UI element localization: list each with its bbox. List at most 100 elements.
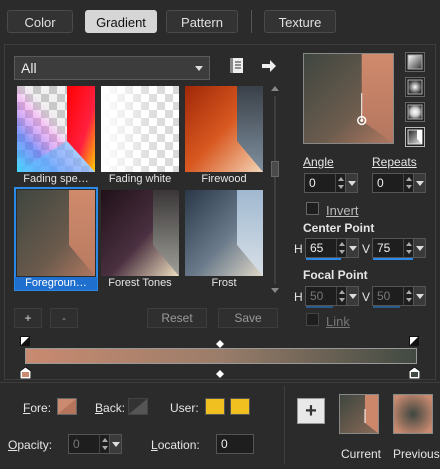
- chevron-down-icon: [195, 66, 203, 71]
- tab-separator: [251, 10, 252, 33]
- angle-spinner[interactable]: 0: [304, 173, 358, 193]
- preset-label: Foregroun…: [15, 277, 97, 290]
- tab-color[interactable]: Color: [7, 10, 73, 33]
- scroll-thumb[interactable]: [271, 161, 279, 177]
- preset-item-foreground-background[interactable]: Foregroun…: [14, 187, 98, 291]
- remove-preset-button[interactable]: -: [50, 308, 78, 328]
- opacity-midpoint[interactable]: [216, 337, 224, 348]
- current-tile[interactable]: [339, 394, 379, 434]
- opacity-value: 0: [73, 437, 80, 451]
- preset-item-frost[interactable]: Frost: [183, 188, 265, 290]
- category-dropdown[interactable]: All: [14, 56, 210, 80]
- spin-arrows[interactable]: [335, 174, 345, 192]
- user-swatch-2[interactable]: [230, 398, 250, 415]
- spin-arrows[interactable]: [403, 287, 413, 305]
- gradient-preview[interactable]: [303, 53, 394, 144]
- tab-pattern[interactable]: Pattern: [166, 10, 238, 33]
- gradient-bar[interactable]: [25, 348, 417, 364]
- arrow-right-icon[interactable]: [259, 56, 279, 76]
- save-button[interactable]: Save: [218, 308, 278, 328]
- category-value: All: [21, 60, 37, 76]
- invert-label: Invert: [326, 203, 359, 218]
- preset-label: Fading spe…: [23, 173, 89, 185]
- preset-grid: Fading spe… Fading white Firewood Foregr…: [13, 84, 267, 294]
- center-point-label: Center Point: [303, 221, 375, 235]
- previous-label: Previous: [393, 447, 440, 461]
- location-field[interactable]: 0: [216, 434, 254, 454]
- preset-label: Firewood: [201, 173, 247, 185]
- repeats-label: Repeats: [372, 155, 417, 169]
- color-stop-right[interactable]: [408, 366, 421, 380]
- linear-style-button[interactable]: [405, 52, 425, 72]
- opacity-stop-right[interactable]: [409, 335, 419, 346]
- invert-checkbox[interactable]: [306, 202, 319, 215]
- center-v-label: V: [362, 242, 371, 256]
- opacity-stop-left[interactable]: [20, 335, 30, 346]
- current-label: Current: [341, 447, 382, 461]
- location-value: 0: [221, 437, 228, 451]
- focal-h-value: 50: [310, 289, 324, 303]
- scroll-down-icon[interactable]: [271, 288, 279, 293]
- previous-tile[interactable]: [393, 394, 433, 434]
- focal-v-spinner[interactable]: 50: [372, 286, 426, 308]
- radial-style-button[interactable]: [405, 127, 425, 147]
- preset-item-fading-spectrum[interactable]: Fading spe…: [15, 84, 97, 186]
- focal-h-spinner[interactable]: 50: [305, 286, 359, 308]
- color-midpoint[interactable]: [216, 367, 224, 378]
- center-h-spinner[interactable]: 65: [305, 238, 359, 260]
- center-h-level: [306, 258, 341, 260]
- tab-gradient[interactable]: Gradient: [85, 10, 157, 33]
- rectangular-style-button[interactable]: [405, 77, 425, 97]
- preset-label: Fading white: [108, 173, 172, 185]
- tab-texture[interactable]: Texture: [264, 10, 336, 33]
- preset-thumbnail: [17, 86, 95, 172]
- reset-button[interactable]: Reset: [147, 308, 207, 328]
- chevron-down-icon[interactable]: [345, 174, 357, 192]
- preset-scrollbar[interactable]: [270, 86, 280, 294]
- preset-thumbnail: [185, 190, 263, 276]
- center-v-level: [373, 258, 413, 260]
- spin-arrows[interactable]: [403, 239, 413, 257]
- focal-v-value: 50: [377, 289, 391, 303]
- spin-arrows[interactable]: [336, 239, 346, 257]
- user-swatch-1[interactable]: [205, 398, 225, 415]
- user-label: User:: [170, 401, 199, 415]
- scroll-track: [274, 96, 276, 284]
- opacity-label: Opacity:: [8, 438, 53, 452]
- center-v-value: 75: [377, 241, 391, 255]
- fore-label: Fore:: [23, 401, 52, 415]
- focal-point-label: Focal Point: [303, 268, 368, 282]
- add-preset-button[interactable]: +: [14, 308, 42, 328]
- angle-value: 0: [309, 176, 316, 190]
- scroll-up-icon[interactable]: [271, 86, 279, 91]
- focal-v-level: [373, 306, 400, 308]
- spin-arrows[interactable]: [99, 435, 109, 453]
- chevron-down-icon[interactable]: [413, 174, 425, 192]
- preset-item-forest-tones[interactable]: Forest Tones: [99, 188, 181, 290]
- color-stop-left[interactable]: [19, 366, 32, 380]
- chevron-down-icon[interactable]: [109, 435, 121, 453]
- chevron-down-icon[interactable]: [413, 239, 425, 257]
- back-label: Back:: [95, 401, 126, 415]
- fore-swatch[interactable]: [57, 398, 77, 415]
- focal-v-label: V: [362, 290, 371, 304]
- preset-thumbnail: [185, 86, 263, 172]
- location-label: Location:: [151, 438, 200, 452]
- center-v-spinner[interactable]: 75: [372, 238, 426, 260]
- spin-arrows[interactable]: [336, 287, 346, 305]
- add-to-palette-button[interactable]: +: [297, 398, 325, 424]
- repeats-spinner[interactable]: 0: [372, 173, 426, 193]
- library-icon[interactable]: [227, 56, 247, 76]
- back-swatch[interactable]: [128, 398, 148, 415]
- sunburst-style-button[interactable]: [405, 102, 425, 122]
- preset-label: Forest Tones: [108, 277, 172, 289]
- preset-item-fading-white[interactable]: Fading white: [99, 84, 181, 186]
- preset-item-firewood[interactable]: Firewood: [183, 84, 265, 186]
- chevron-down-icon[interactable]: [413, 287, 425, 305]
- center-h-value: 65: [310, 241, 324, 255]
- opacity-spinner[interactable]: 0: [68, 434, 122, 454]
- chevron-down-icon[interactable]: [346, 239, 358, 257]
- spin-arrows[interactable]: [403, 174, 413, 192]
- chevron-down-icon[interactable]: [346, 287, 358, 305]
- link-checkbox[interactable]: [306, 313, 319, 326]
